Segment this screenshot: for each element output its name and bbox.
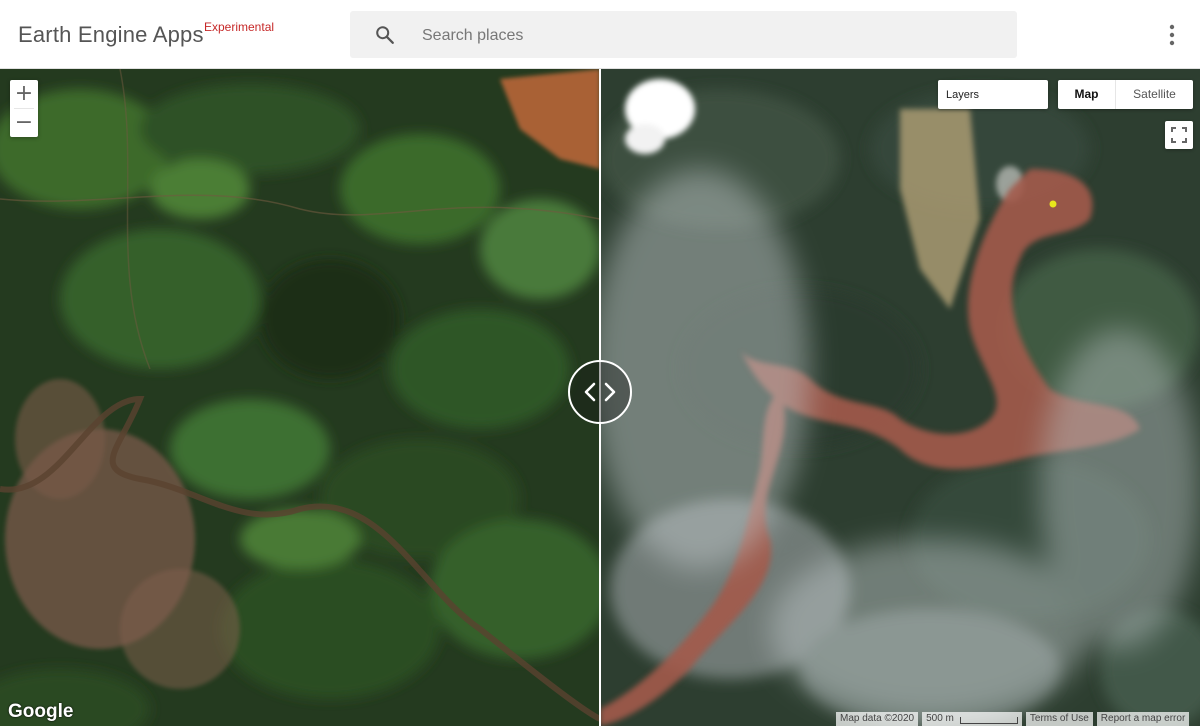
map-data-text: Map data ©2020 — [836, 712, 919, 726]
app-header: Earth Engine Apps Experimental — [0, 0, 1200, 69]
map-type-map-button[interactable]: Map — [1058, 80, 1116, 109]
app-title: Earth Engine Apps — [18, 22, 204, 47]
map-left-panel[interactable] — [0, 69, 600, 726]
map-attribution: Map data ©2020 500 m Terms of Use Report… — [836, 712, 1190, 726]
scale-control[interactable]: 500 m — [922, 712, 1022, 726]
more-vert-icon[interactable] — [1162, 22, 1182, 48]
map-type-control: Map Satellite — [1058, 80, 1193, 109]
map-type-satellite-button[interactable]: Satellite — [1116, 80, 1193, 109]
terms-of-use-link[interactable]: Terms of Use — [1025, 712, 1093, 726]
search-icon[interactable] — [374, 24, 396, 46]
fullscreen-button[interactable] — [1165, 121, 1193, 149]
layers-select[interactable]: Layers — [938, 80, 1048, 109]
scale-label: 500 m — [926, 713, 954, 724]
scale-bar — [959, 717, 1018, 724]
zoom-in-button[interactable]: + — [10, 80, 38, 108]
map-area[interactable]: + − Layers Map Satellite Google Map data… — [0, 69, 1200, 726]
map-right-panel[interactable] — [600, 69, 1200, 726]
experimental-badge: Experimental — [204, 20, 275, 34]
split-handle[interactable] — [568, 360, 632, 424]
google-logo: Google — [8, 701, 74, 722]
report-map-error-link[interactable]: Report a map error — [1096, 712, 1190, 726]
search-box[interactable] — [350, 11, 1017, 60]
fullscreen-icon — [1171, 127, 1187, 143]
split-handle-icon — [584, 382, 616, 402]
zoom-out-button[interactable]: − — [10, 109, 38, 137]
zoom-control: + − — [10, 80, 38, 137]
search-input[interactable] — [420, 11, 1004, 60]
